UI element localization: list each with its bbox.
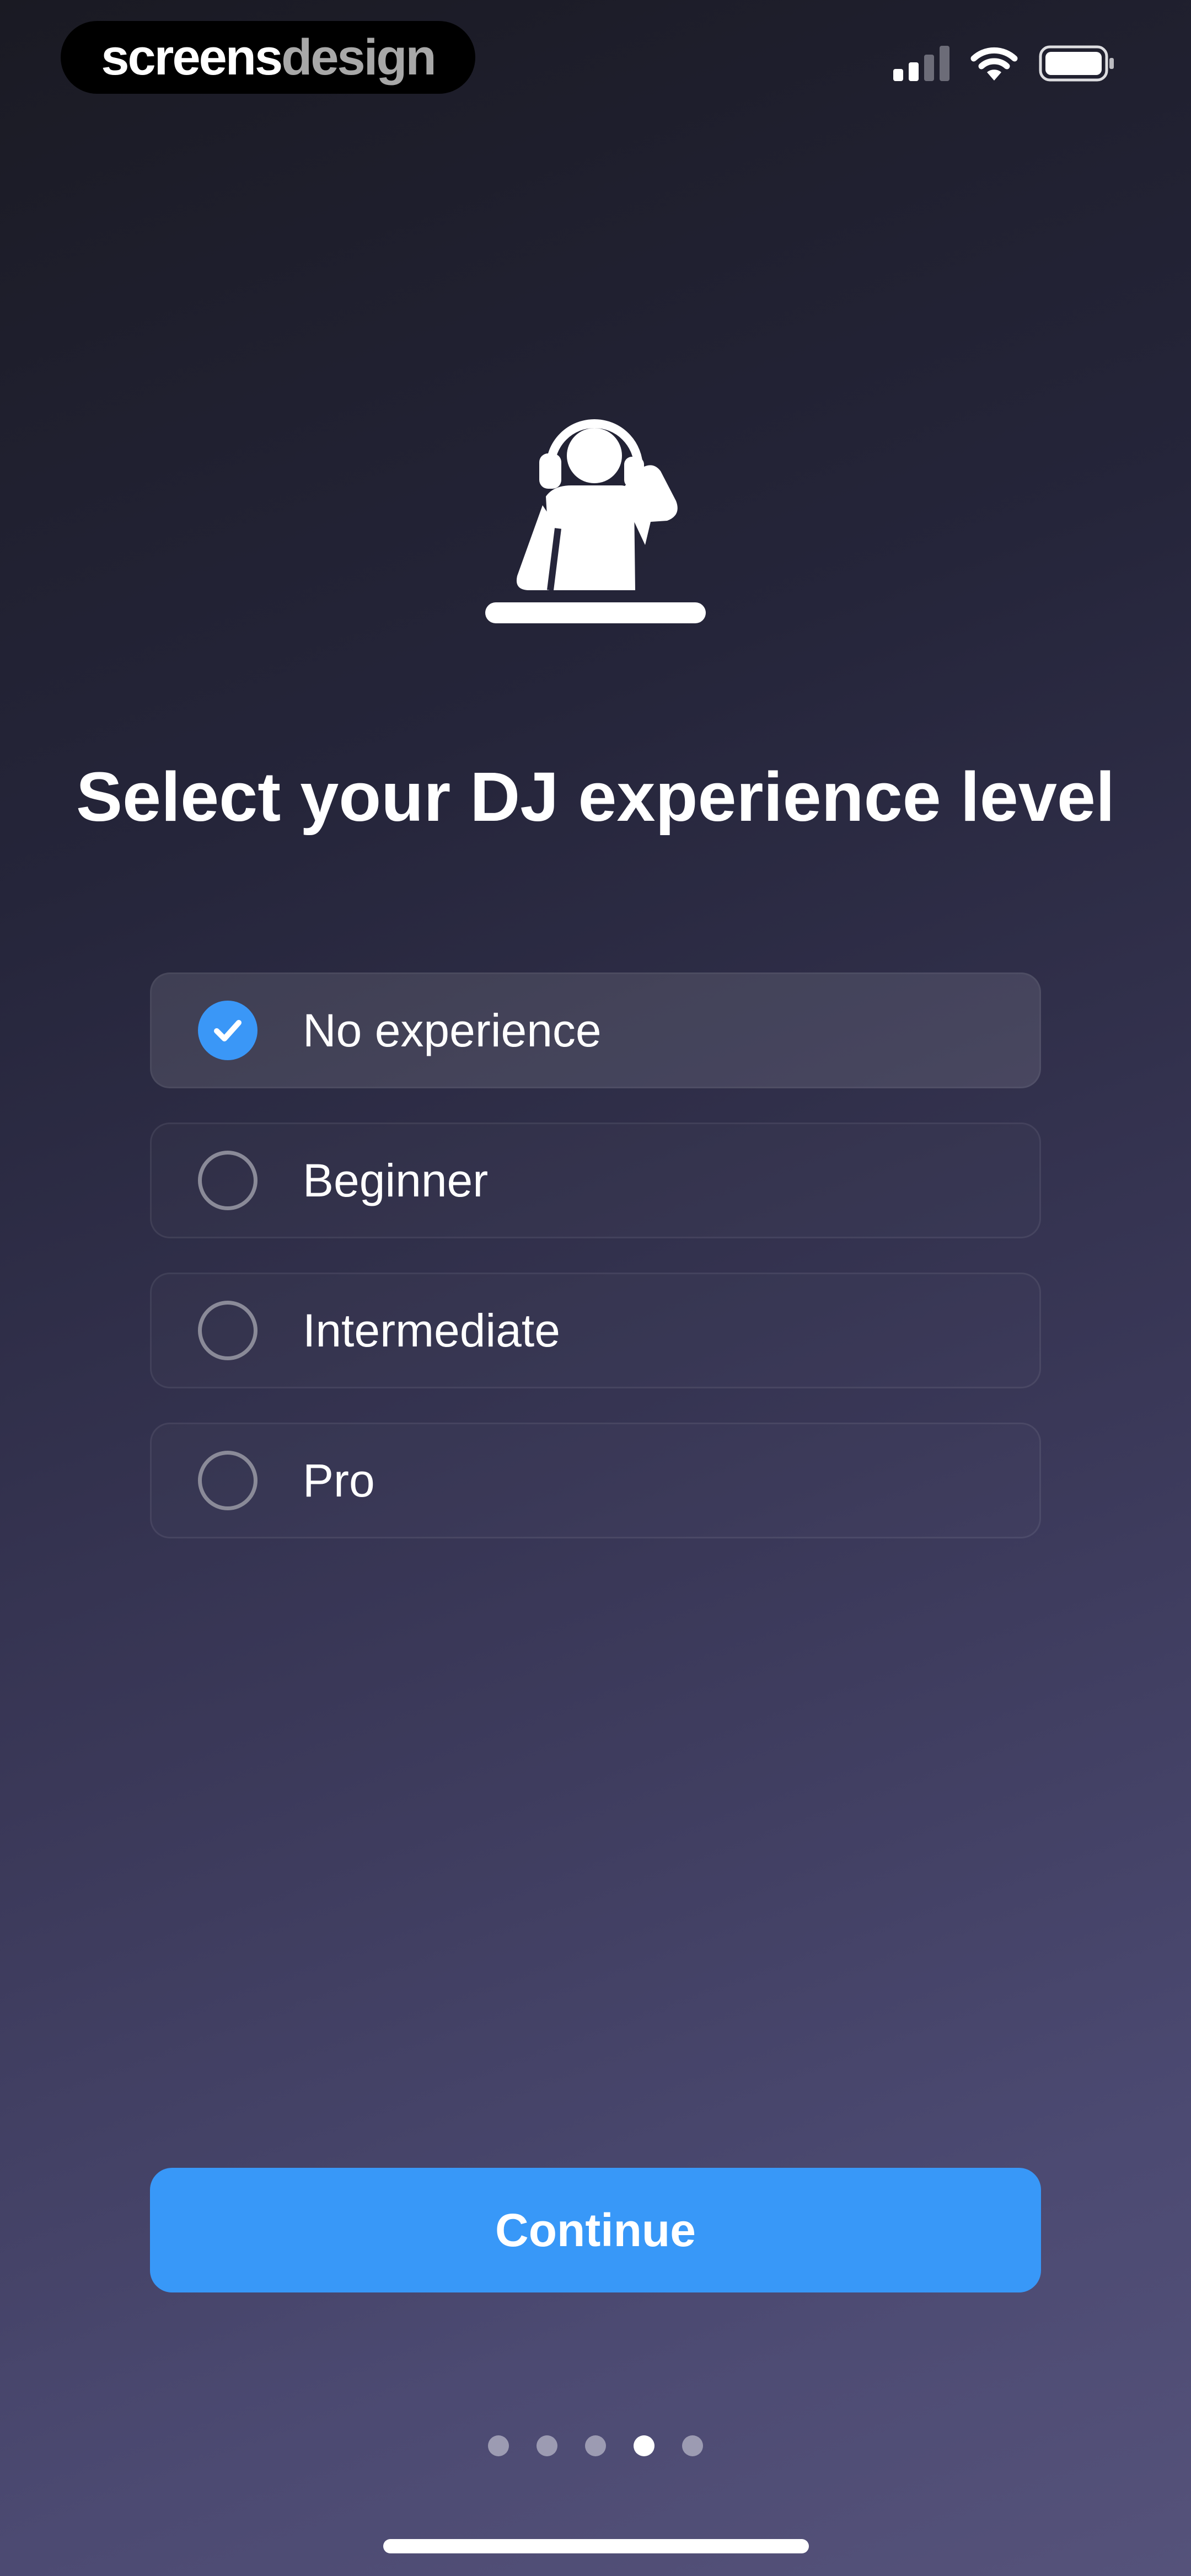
option-label: Intermediate bbox=[303, 1304, 560, 1356]
option-label: Pro bbox=[303, 1454, 375, 1506]
cellular-signal-icon bbox=[893, 46, 949, 81]
option-pro[interactable]: Pro bbox=[150, 1423, 1041, 1538]
radio-unchecked[interactable] bbox=[198, 1451, 257, 1510]
page-dot[interactable] bbox=[488, 2435, 509, 2456]
radio-unchecked[interactable] bbox=[198, 1151, 257, 1210]
option-label: No experience bbox=[303, 1004, 602, 1056]
page-dot[interactable] bbox=[537, 2435, 557, 2456]
wifi-icon bbox=[970, 47, 1018, 81]
option-no-experience[interactable]: No experience bbox=[150, 972, 1041, 1088]
watermark-part-design: design bbox=[281, 29, 436, 85]
radio-checked[interactable] bbox=[198, 1001, 257, 1060]
page-title: Select your DJ experience level bbox=[76, 758, 1115, 836]
option-intermediate[interactable]: Intermediate bbox=[150, 1273, 1041, 1388]
screensdesign-watermark: screens design bbox=[61, 21, 475, 94]
page-dot[interactable] bbox=[682, 2435, 703, 2456]
option-label: Beginner bbox=[303, 1154, 489, 1206]
experience-options: No experience Beginner Intermediate Pro bbox=[150, 972, 1041, 1573]
home-indicator[interactable] bbox=[383, 2539, 809, 2553]
battery-icon bbox=[1039, 45, 1114, 82]
watermark-part-screens: screens bbox=[101, 29, 283, 85]
page-dot[interactable] bbox=[585, 2435, 606, 2456]
status-bar-icons bbox=[893, 45, 1114, 82]
dj-headphones-icon bbox=[485, 419, 706, 623]
page-indicator bbox=[0, 2435, 1191, 2456]
checkmark-icon bbox=[214, 1020, 242, 1041]
radio-unchecked[interactable] bbox=[198, 1301, 257, 1360]
continue-button[interactable]: Continue bbox=[150, 2168, 1041, 2292]
page-dot-active[interactable] bbox=[634, 2435, 654, 2456]
option-beginner[interactable]: Beginner bbox=[150, 1123, 1041, 1238]
